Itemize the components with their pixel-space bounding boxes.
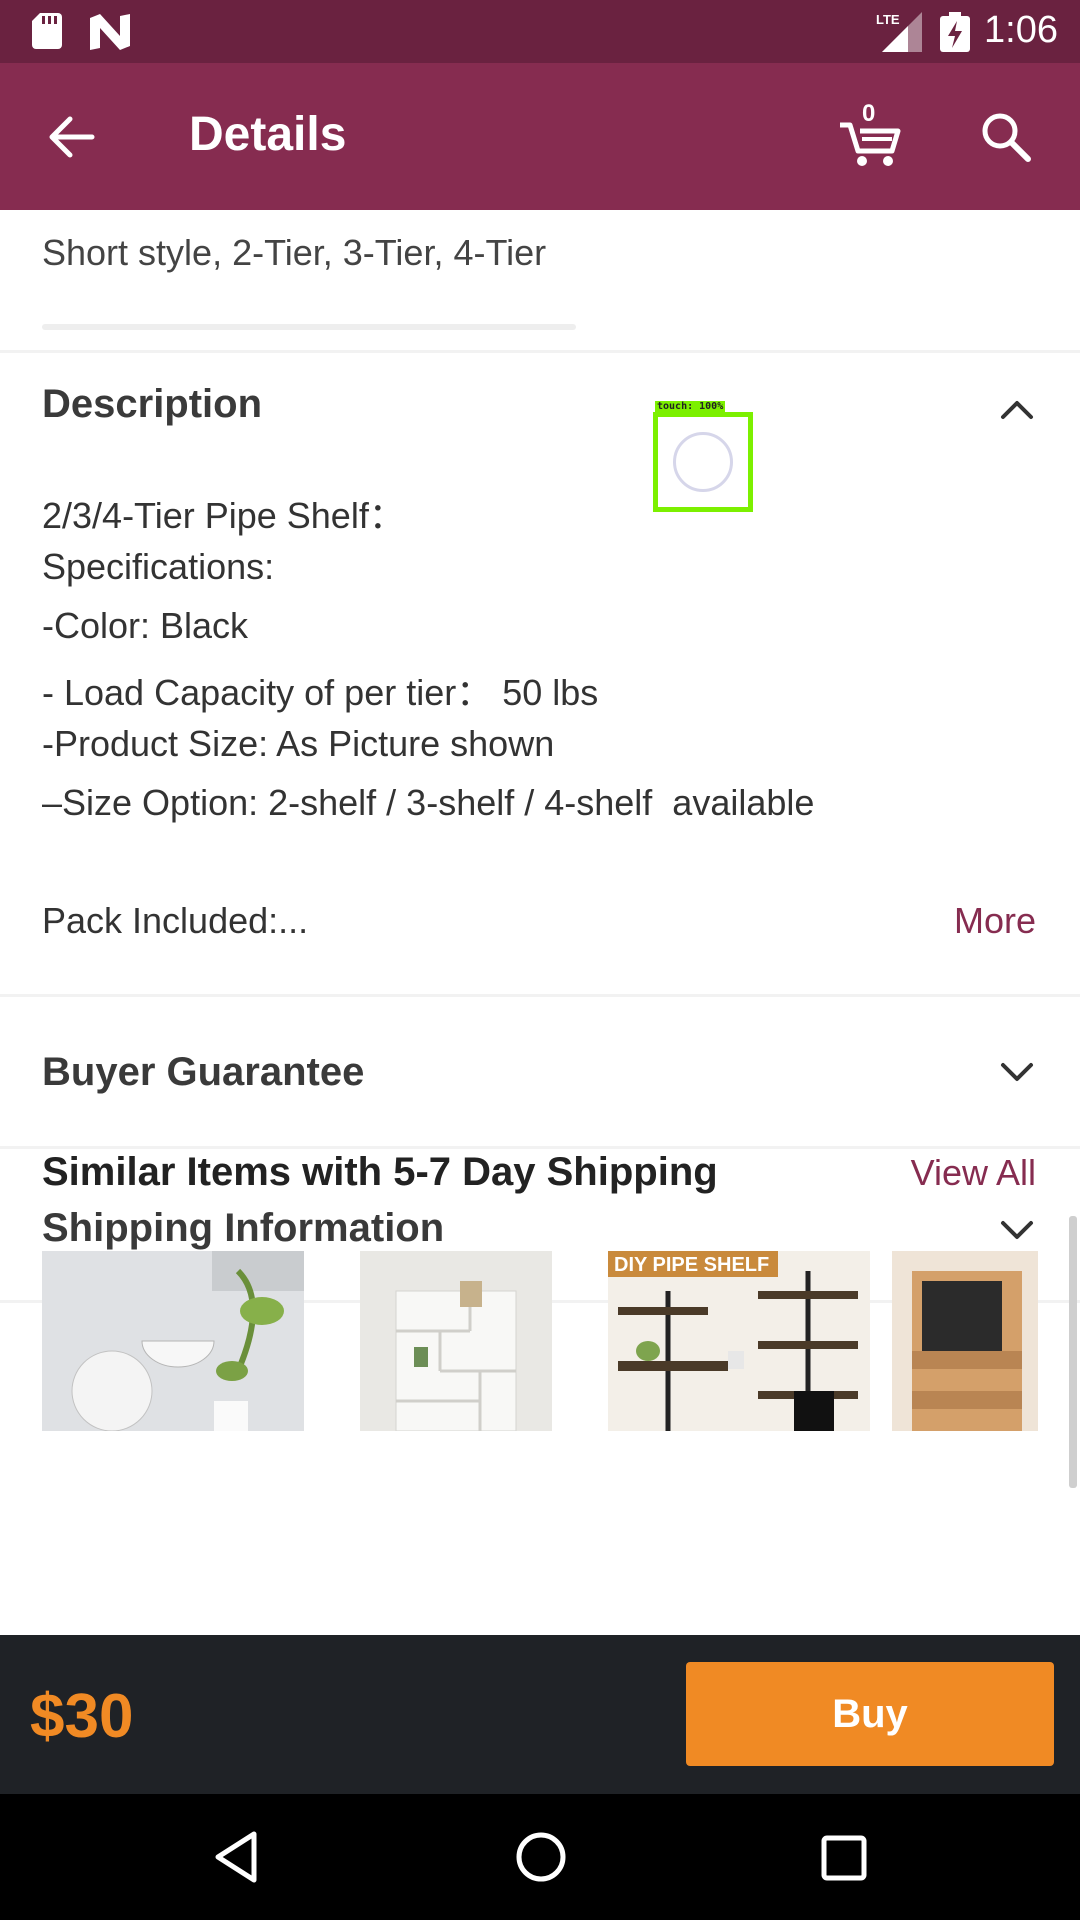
search-icon[interactable] (978, 109, 1034, 165)
description-line: - Load Capacity of per tier： 50 lbs (42, 672, 599, 713)
variant-options-text: Short style, 2-Tier, 3-Tier, 4-Tier (42, 232, 547, 273)
network-type: LTE (876, 12, 900, 27)
battery-charging-icon (940, 12, 970, 52)
more-link[interactable]: More (954, 900, 1036, 942)
thumbnail-label: DIY PIPE SHELF (614, 1254, 769, 1276)
buy-bar: $30 Buy (0, 1635, 1080, 1794)
description-header[interactable]: Description (42, 382, 262, 427)
similar-items-title: Similar Items with 5-7 Day Shipping (42, 1150, 718, 1194)
section-separator (0, 1146, 1080, 1149)
clock-time: 1:06 (984, 9, 1058, 51)
divider (42, 324, 576, 330)
pipe-shelf-image: DIY PIPE SHELF (608, 1251, 870, 1431)
touch-indicator-label: touch: 100% (655, 401, 726, 412)
similar-item-thumbnail[interactable] (360, 1251, 552, 1431)
view-all-link[interactable]: View All (911, 1152, 1036, 1194)
description-line: 2/3/4-Tier Pipe Shelf： (42, 495, 405, 536)
similar-item-thumbnail[interactable]: DIY PIPE SHELF (608, 1251, 870, 1431)
wall-planters-image (42, 1251, 304, 1431)
details-content[interactable]: Short style, 2-Tier, 3-Tier, 4-Tier Desc… (0, 210, 1080, 1635)
n-notification-icon (90, 14, 130, 50)
system-navigation-bar (0, 1794, 1080, 1920)
buyer-guarantee-header[interactable]: Buyer Guarantee (42, 1050, 364, 1095)
section-separator (0, 350, 1080, 353)
app-bar: Details 0 (0, 63, 1080, 210)
status-bar: LTE 1:06 (0, 0, 1080, 63)
sd-card-icon (32, 13, 62, 49)
description-line: Specifications: (42, 546, 275, 587)
nav-recents-icon[interactable] (820, 1834, 868, 1882)
white-shelf-image (360, 1251, 552, 1431)
cart-count-badge: 0 (862, 100, 876, 127)
pack-included-text: Pack Included:... (42, 900, 309, 941)
nav-back-icon[interactable] (212, 1830, 260, 1884)
page-title: Details (189, 108, 347, 161)
scrollbar[interactable] (1069, 1216, 1077, 1488)
touch-ripple (673, 432, 733, 492)
description-line: –Size Option: 2-shelf / 3-shelf / 4-shel… (42, 782, 815, 823)
similar-item-thumbnail[interactable] (892, 1251, 1038, 1431)
shipping-information-header[interactable]: Shipping Information (42, 1206, 444, 1251)
chevron-down-icon[interactable] (1000, 1220, 1034, 1242)
similar-item-thumbnail[interactable] (42, 1251, 304, 1431)
chevron-up-icon[interactable] (1000, 398, 1034, 420)
chevron-down-icon[interactable] (1000, 1062, 1034, 1084)
section-separator (0, 994, 1080, 997)
description-line: -Color: Black (42, 605, 249, 646)
buy-button[interactable]: Buy (686, 1662, 1054, 1766)
nav-home-icon[interactable] (514, 1830, 568, 1884)
description-line: -Product Size: As Picture shown (42, 723, 555, 764)
back-arrow-icon[interactable] (44, 109, 100, 165)
wooden-organizer-image (892, 1251, 1038, 1431)
lte-signal-icon: LTE (876, 12, 922, 52)
product-price: $30 (30, 1682, 134, 1751)
